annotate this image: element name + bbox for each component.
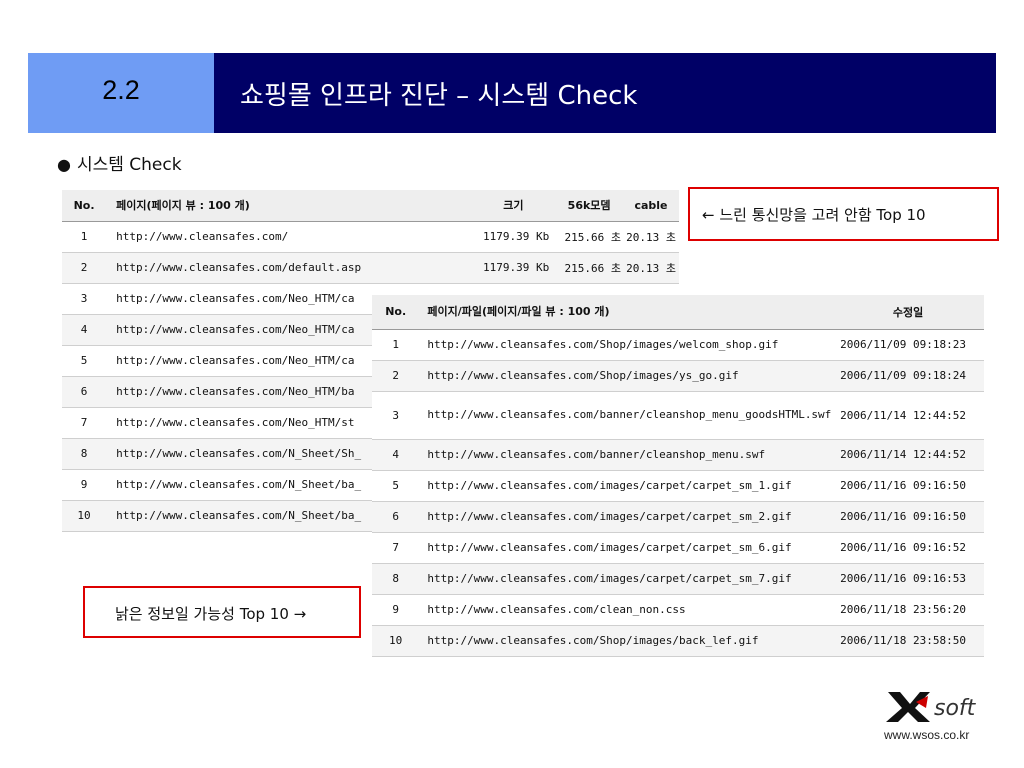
page-title: 쇼핑몰 인프라 진단 – 시스템 Check [240, 81, 638, 111]
row-number: 3 [62, 283, 107, 315]
row-56k-time: 215.66 초 [557, 252, 626, 284]
row-number: 8 [62, 438, 107, 470]
row-file: http://www.cleansafes.com/Shop/images/ba… [419, 625, 833, 657]
row-modified-date: 2006/11/16 09:16:53 [832, 563, 984, 595]
row-number: 7 [62, 407, 107, 439]
row-number: 1 [62, 221, 107, 253]
col-page: 페이지(페이지 뷰 : 100 개) [106, 190, 478, 222]
table-row: 10 http://www.cleansafes.com/Shop/images/… [372, 625, 984, 657]
row-number: 5 [372, 470, 420, 502]
col-no: No. [372, 295, 420, 330]
row-modified-date: 2006/11/16 09:16:50 [832, 470, 984, 502]
col-date: 수정일 [832, 295, 984, 330]
row-url: http://www.cleansafes.com/default.asp [106, 252, 478, 284]
col-cable: cable [625, 190, 679, 222]
logo-brand: soft [934, 696, 977, 721]
stale-info-callout: 낡은 정보일 가능성 Top 10 → [83, 586, 361, 638]
row-number: 4 [372, 439, 420, 471]
website-url: www.wsos.co.kr [884, 728, 970, 742]
section-number: 2.2 [102, 75, 140, 105]
bullet-icon: ● [57, 155, 71, 174]
table-row: 1 http://www.cleansafes.com/Shop/images/w… [372, 329, 984, 361]
callout-text: 낡은 정보일 가능성 Top 10 → [115, 605, 307, 623]
row-number: 3 [372, 391, 420, 440]
row-size: 1179.39 Kb [477, 221, 558, 253]
section-number-box: 2.2 [28, 53, 214, 133]
row-number: 5 [62, 345, 107, 377]
table-row: 4 http://www.cleansafes.com/banner/cleans… [372, 439, 984, 471]
row-number: 9 [62, 469, 107, 501]
row-cable-time: 20.13 초 [625, 252, 679, 284]
row-modified-date: 2006/11/16 09:16:50 [832, 501, 984, 533]
row-file: http://www.cleansafes.com/images/carpet/… [419, 563, 833, 595]
row-modified-date: 2006/11/14 12:44:52 [832, 439, 984, 471]
section-heading: ● 시스템 Check [57, 150, 182, 175]
table-row: 5 http://www.cleansafes.com/images/carpet… [372, 470, 984, 502]
section-label: 시스템 Check [76, 155, 182, 175]
title-bar: 쇼핑몰 인프라 진단 – 시스템 Check [214, 53, 996, 133]
table-header-row: No. 페이지/파일(페이지/파일 뷰 : 100 개) 수정일 [372, 295, 984, 330]
row-file: http://www.cleansafes.com/images/carpet/… [419, 532, 833, 564]
row-number: 1 [372, 329, 420, 361]
row-file: http://www.cleansafes.com/clean_non.css [419, 594, 833, 626]
row-file: http://www.cleansafes.com/images/carpet/… [419, 501, 833, 533]
col-56k: 56k모뎀 [557, 190, 626, 222]
table-row: 3 http://www.cleansafes.com/banner/cleans… [372, 391, 984, 440]
row-modified-date: 2006/11/16 09:16:52 [832, 532, 984, 564]
table-row: 2 http://www.cleansafes.com/Shop/images/y… [372, 360, 984, 392]
row-number: 2 [62, 252, 107, 284]
row-number: 6 [372, 501, 420, 533]
row-modified-date: 2006/11/18 23:58:50 [832, 625, 984, 657]
row-number: 7 [372, 532, 420, 564]
row-modified-date: 2006/11/09 09:18:23 [832, 329, 984, 361]
table-row: 8 http://www.cleansafes.com/images/carpet… [372, 563, 984, 595]
table-header-row: No. 페이지(페이지 뷰 : 100 개) 크기 56k모뎀 cable [62, 190, 679, 222]
row-file: http://www.cleansafes.com/images/carpet/… [419, 470, 833, 502]
row-url: http://www.cleansafes.com/ [106, 221, 478, 253]
row-number: 9 [372, 594, 420, 626]
row-file: http://www.cleansafes.com/banner/cleansh… [419, 439, 833, 471]
row-file: http://www.cleansafes.com/Shop/images/ys… [419, 360, 833, 392]
row-number: 2 [372, 360, 420, 392]
col-size: 크기 [477, 190, 558, 222]
row-number: 8 [372, 563, 420, 595]
table-row: 1 http://www.cleansafes.com/1179.39 Kb 215… [62, 221, 679, 253]
row-modified-date: 2006/11/18 23:56:20 [832, 594, 984, 626]
row-number: 6 [62, 376, 107, 408]
row-number: 10 [372, 625, 420, 657]
callout-text: ← 느린 통신망을 고려 안함 Top 10 [702, 206, 926, 224]
table-row: 6 http://www.cleansafes.com/images/carpet… [372, 501, 984, 533]
col-no: No. [62, 190, 107, 222]
slow-network-callout: ← 느린 통신망을 고려 안함 Top 10 [688, 187, 999, 241]
table-row: 2 http://www.cleansafes.com/default.asp 11… [62, 252, 679, 284]
row-file: http://www.cleansafes.com/Shop/images/we… [419, 329, 833, 361]
row-number: 10 [62, 500, 107, 532]
row-modified-date: 2006/11/09 09:18:24 [832, 360, 984, 392]
row-number: 4 [62, 314, 107, 346]
row-modified-date: 2006/11/14 12:44:52 [832, 391, 984, 440]
xsoft-logo-icon: soft [886, 692, 977, 722]
file-modified-table: No. 페이지/파일(페이지/파일 뷰 : 100 개) 수정일 1 http:/… [372, 295, 984, 657]
row-cable-time: 20.13 초 [625, 221, 679, 253]
table-row: 9 http://www.cleansafes.com/clean_non.css… [372, 594, 984, 626]
row-file: http://www.cleansafes.com/banner/cleansh… [419, 391, 833, 440]
row-56k-time: 215.66 초 [557, 221, 626, 253]
col-file: 페이지/파일(페이지/파일 뷰 : 100 개) [419, 295, 833, 330]
row-size: 1179.39 Kb [477, 252, 558, 284]
table-row: 7 http://www.cleansafes.com/images/carpet… [372, 532, 984, 564]
